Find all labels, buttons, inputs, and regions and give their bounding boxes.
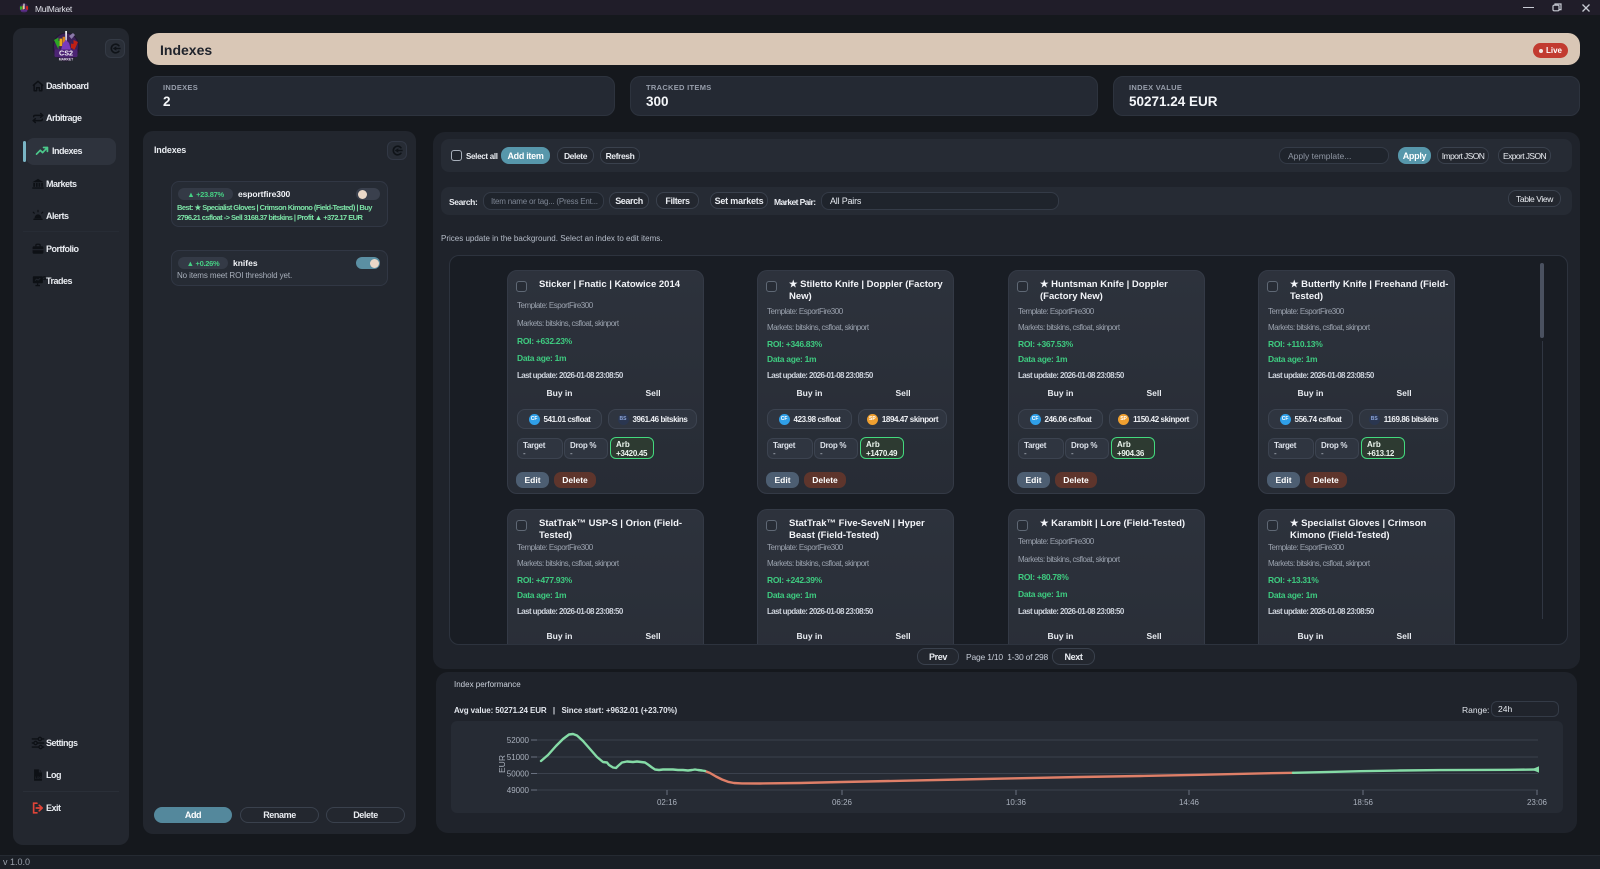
svg-text:23:06: 23:06 [1527, 798, 1548, 807]
svg-text:18:56: 18:56 [1353, 798, 1374, 807]
svg-text:52000: 52000 [507, 736, 530, 745]
svg-text:51000: 51000 [507, 753, 530, 762]
svg-text:49000: 49000 [507, 786, 530, 795]
svg-text:LOG: LOG [35, 776, 42, 780]
svg-text:MARKET: MARKET [59, 58, 74, 62]
svg-text:10:36: 10:36 [1006, 798, 1027, 807]
svg-text:50000: 50000 [507, 769, 530, 778]
svg-text:EUR: EUR [497, 755, 507, 773]
svg-text:CS2: CS2 [59, 49, 73, 58]
svg-text:06:26: 06:26 [832, 798, 853, 807]
svg-text:14:46: 14:46 [1179, 798, 1200, 807]
svg-text:02:16: 02:16 [657, 798, 678, 807]
